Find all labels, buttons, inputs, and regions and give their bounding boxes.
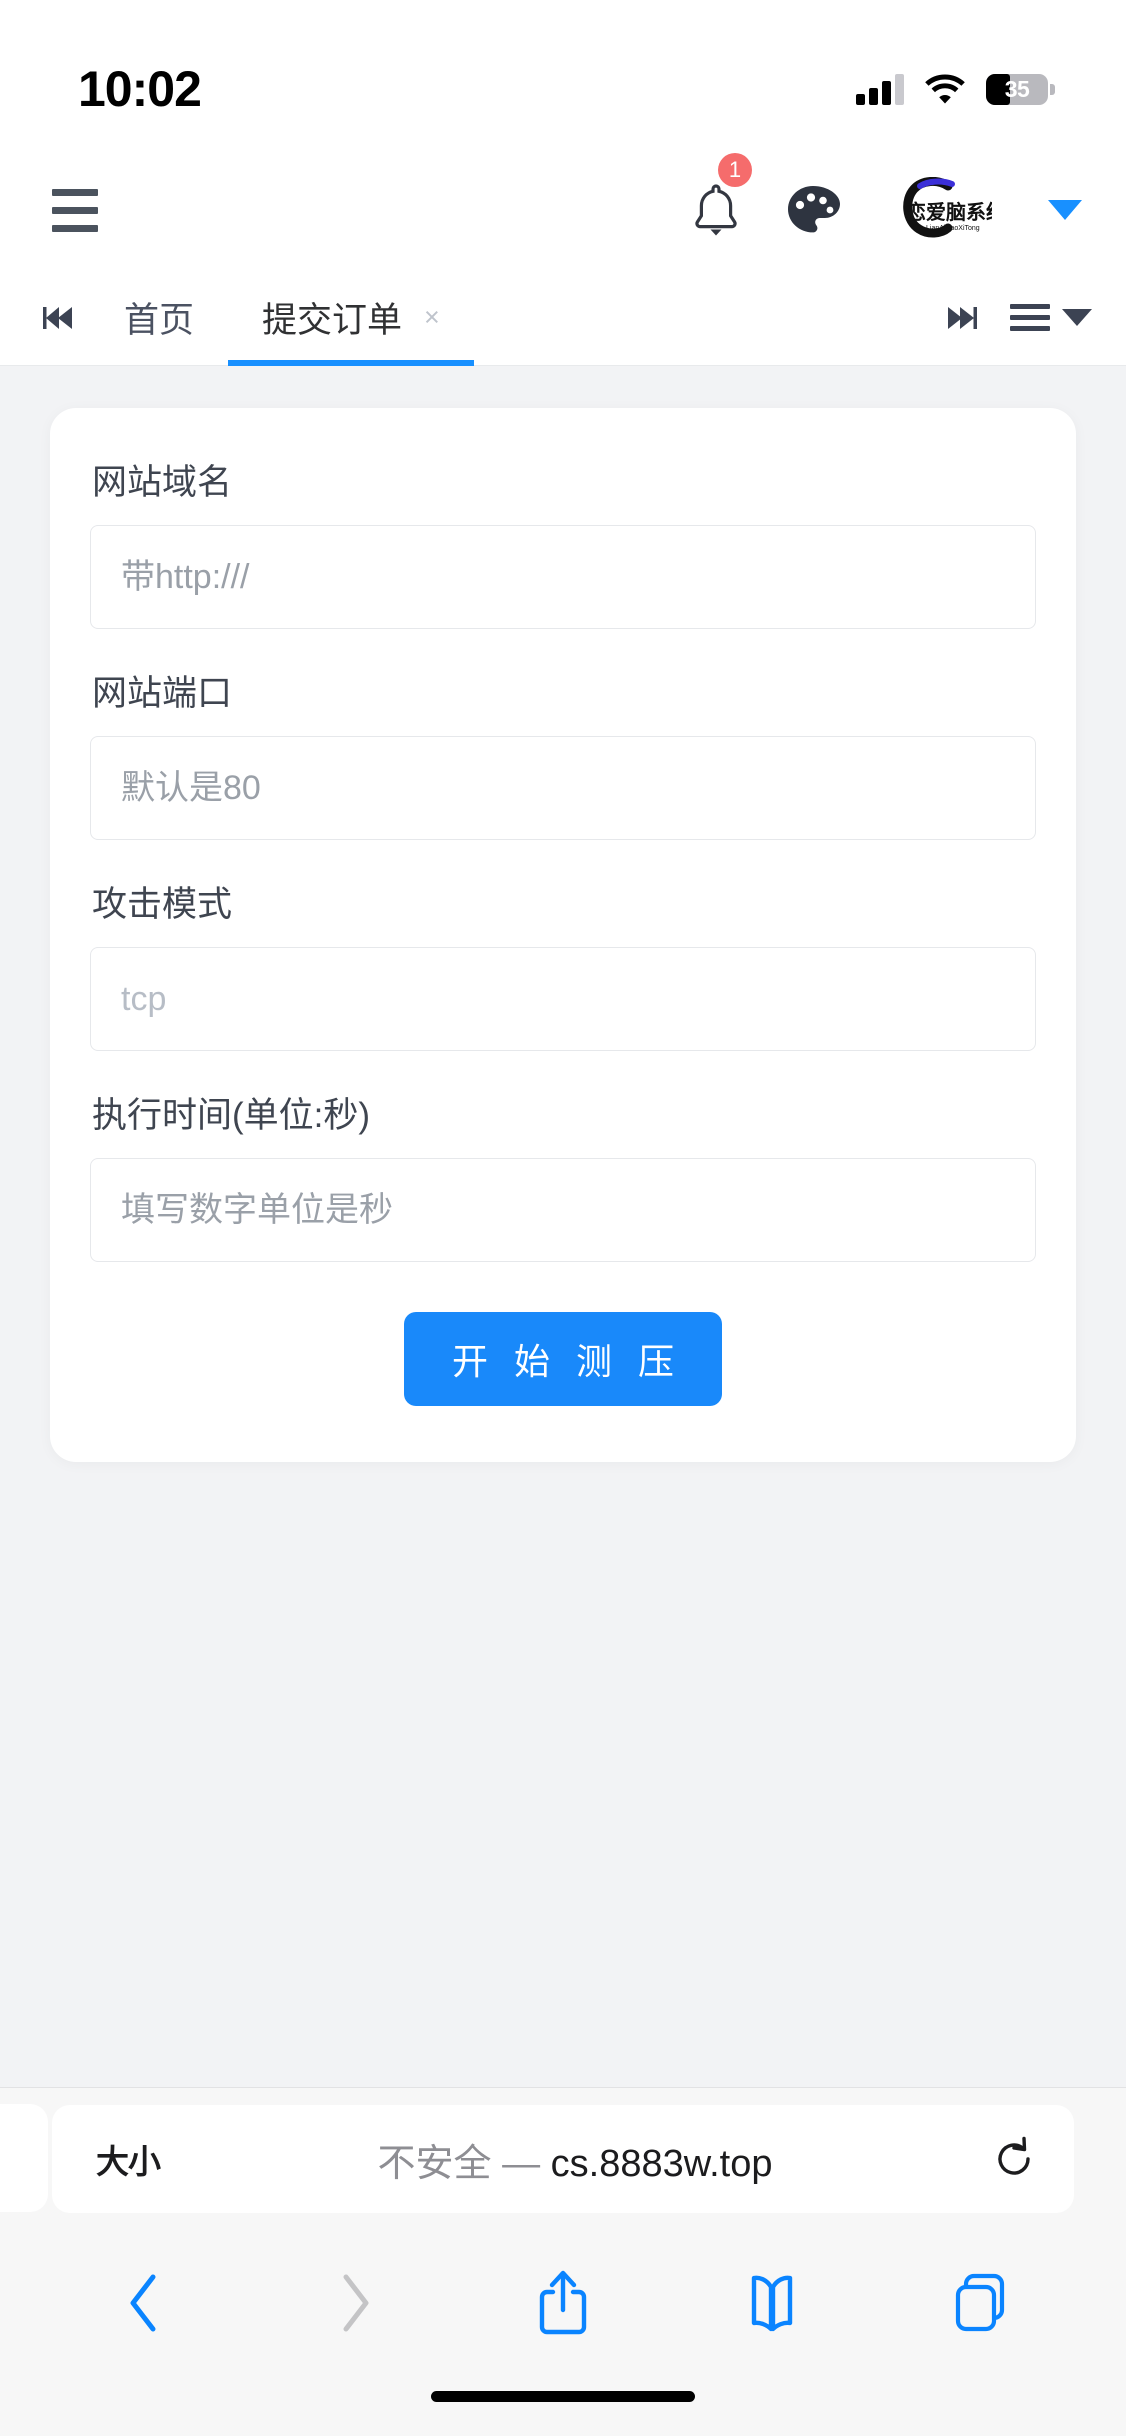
tab-submit-order[interactable]: 提交订单 ×: [228, 270, 474, 366]
field-attack-mode: 攻击模式: [90, 876, 1036, 1051]
reload-icon[interactable]: [990, 2135, 1038, 2183]
palette-icon: [788, 186, 840, 233]
chevron-right-icon: [343, 2274, 369, 2332]
tabs-button[interactable]: [949, 2271, 1013, 2335]
duration-input[interactable]: [90, 1158, 1036, 1262]
chevron-left-icon: [130, 2274, 156, 2332]
hamburger-menu-icon[interactable]: [40, 175, 110, 246]
wifi-icon: [925, 74, 965, 104]
url-separator: —: [502, 2142, 541, 2185]
bookmarks-button[interactable]: [740, 2271, 804, 2335]
start-stress-test-button[interactable]: 开 始 测 压: [403, 1312, 722, 1406]
security-label: 不安全: [377, 2142, 492, 2185]
field-label: 攻击模式: [92, 885, 233, 924]
skip-to-first-icon[interactable]: [30, 270, 90, 365]
field-website-port: 网站端口: [90, 665, 1036, 840]
share-icon: [539, 2270, 587, 2335]
field-label: 执行时间(单位:秒): [92, 1096, 371, 1135]
page-size-button[interactable]: 大小: [96, 2135, 161, 2183]
tab-options-icon[interactable]: [990, 270, 1092, 365]
skip-to-last-icon[interactable]: [930, 270, 990, 365]
back-button[interactable]: [113, 2271, 177, 2335]
notification-badge: 1: [718, 153, 752, 187]
book-icon: [751, 2275, 793, 2332]
adjacent-tab-peek[interactable]: [0, 2104, 48, 2212]
bell-icon: [695, 184, 737, 236]
tabs-icon: [956, 2273, 1005, 2332]
notifications-button[interactable]: 1: [692, 153, 752, 237]
field-website-domain: 网站域名: [90, 454, 1036, 629]
forward-button[interactable]: [322, 2271, 386, 2335]
battery-percent: 35: [1004, 75, 1030, 102]
app-header: 1 恋爱脑系统 LianAiNaoXiTong: [0, 150, 1126, 270]
browser-url-row: 大小 不安全 — cs.8883w.top: [0, 2088, 1126, 2230]
website-domain-input[interactable]: [90, 525, 1036, 629]
field-duration: 执行时间(单位:秒): [90, 1087, 1036, 1262]
field-label: 网站端口: [92, 674, 233, 713]
brand-logo-mark: 恋爱脑系统 LianAiNaoXiTong: [903, 177, 1006, 238]
theme-button[interactable]: [786, 185, 840, 235]
brand-name: 恋爱脑系统: [906, 200, 992, 224]
submit-row: 开 始 测 压: [90, 1298, 1036, 1406]
tab-label: 首页: [124, 301, 195, 340]
header-actions: 1 恋爱脑系统 LianAiNaoXiTong: [692, 153, 1082, 243]
cellular-signal-icon: [856, 73, 904, 105]
order-form-card: 网站域名 网站端口 攻击模式 执行时间(单位:秒) 开 始 测 压: [50, 408, 1076, 1462]
tab-close-icon[interactable]: ×: [424, 302, 440, 333]
status-bar-time: 10:02: [78, 61, 202, 117]
battery-icon: 35: [986, 73, 1055, 105]
browser-toolbar: [0, 2230, 1126, 2376]
field-label: 网站域名: [92, 463, 233, 502]
phone-screen: 10:02 35 1 恋爱脑系 LianAiNaoXiTong 首页 提交订单 …: [0, 0, 1126, 2436]
tab-options-bars: [1010, 304, 1050, 331]
chevron-down-icon[interactable]: [1048, 200, 1082, 220]
attack-mode-input[interactable]: [90, 947, 1036, 1051]
browser-url-bar[interactable]: 大小 不安全 — cs.8883w.top: [52, 2105, 1074, 2213]
tab-label: 提交订单: [262, 301, 403, 340]
brand-pinyin: LianAiNaoXiTong: [926, 225, 980, 232]
brand-logo[interactable]: 恋爱脑系统 LianAiNaoXiTong: [886, 177, 1006, 243]
tab-options-caret: [1062, 309, 1092, 326]
tab-home[interactable]: 首页: [90, 270, 228, 365]
url-domain: cs.8883w.top: [550, 2142, 773, 2185]
url-text[interactable]: 不安全 — cs.8883w.top: [160, 2132, 990, 2187]
browser-url-bar-container: 大小 不安全 — cs.8883w.top: [0, 2087, 1126, 2230]
status-bar: 10:02 35: [0, 0, 1126, 150]
tab-list: 首页 提交订单 ×: [90, 270, 930, 366]
home-indicator[interactable]: [431, 2390, 695, 2402]
status-bar-indicators: 35: [856, 73, 1055, 105]
website-port-input[interactable]: [90, 736, 1036, 840]
tab-strip: 首页 提交订单 ×: [0, 270, 1126, 366]
page-body: 网站域名 网站端口 攻击模式 执行时间(单位:秒) 开 始 测 压: [0, 366, 1126, 2087]
home-indicator-area: [0, 2376, 1126, 2436]
share-button[interactable]: [531, 2270, 595, 2335]
